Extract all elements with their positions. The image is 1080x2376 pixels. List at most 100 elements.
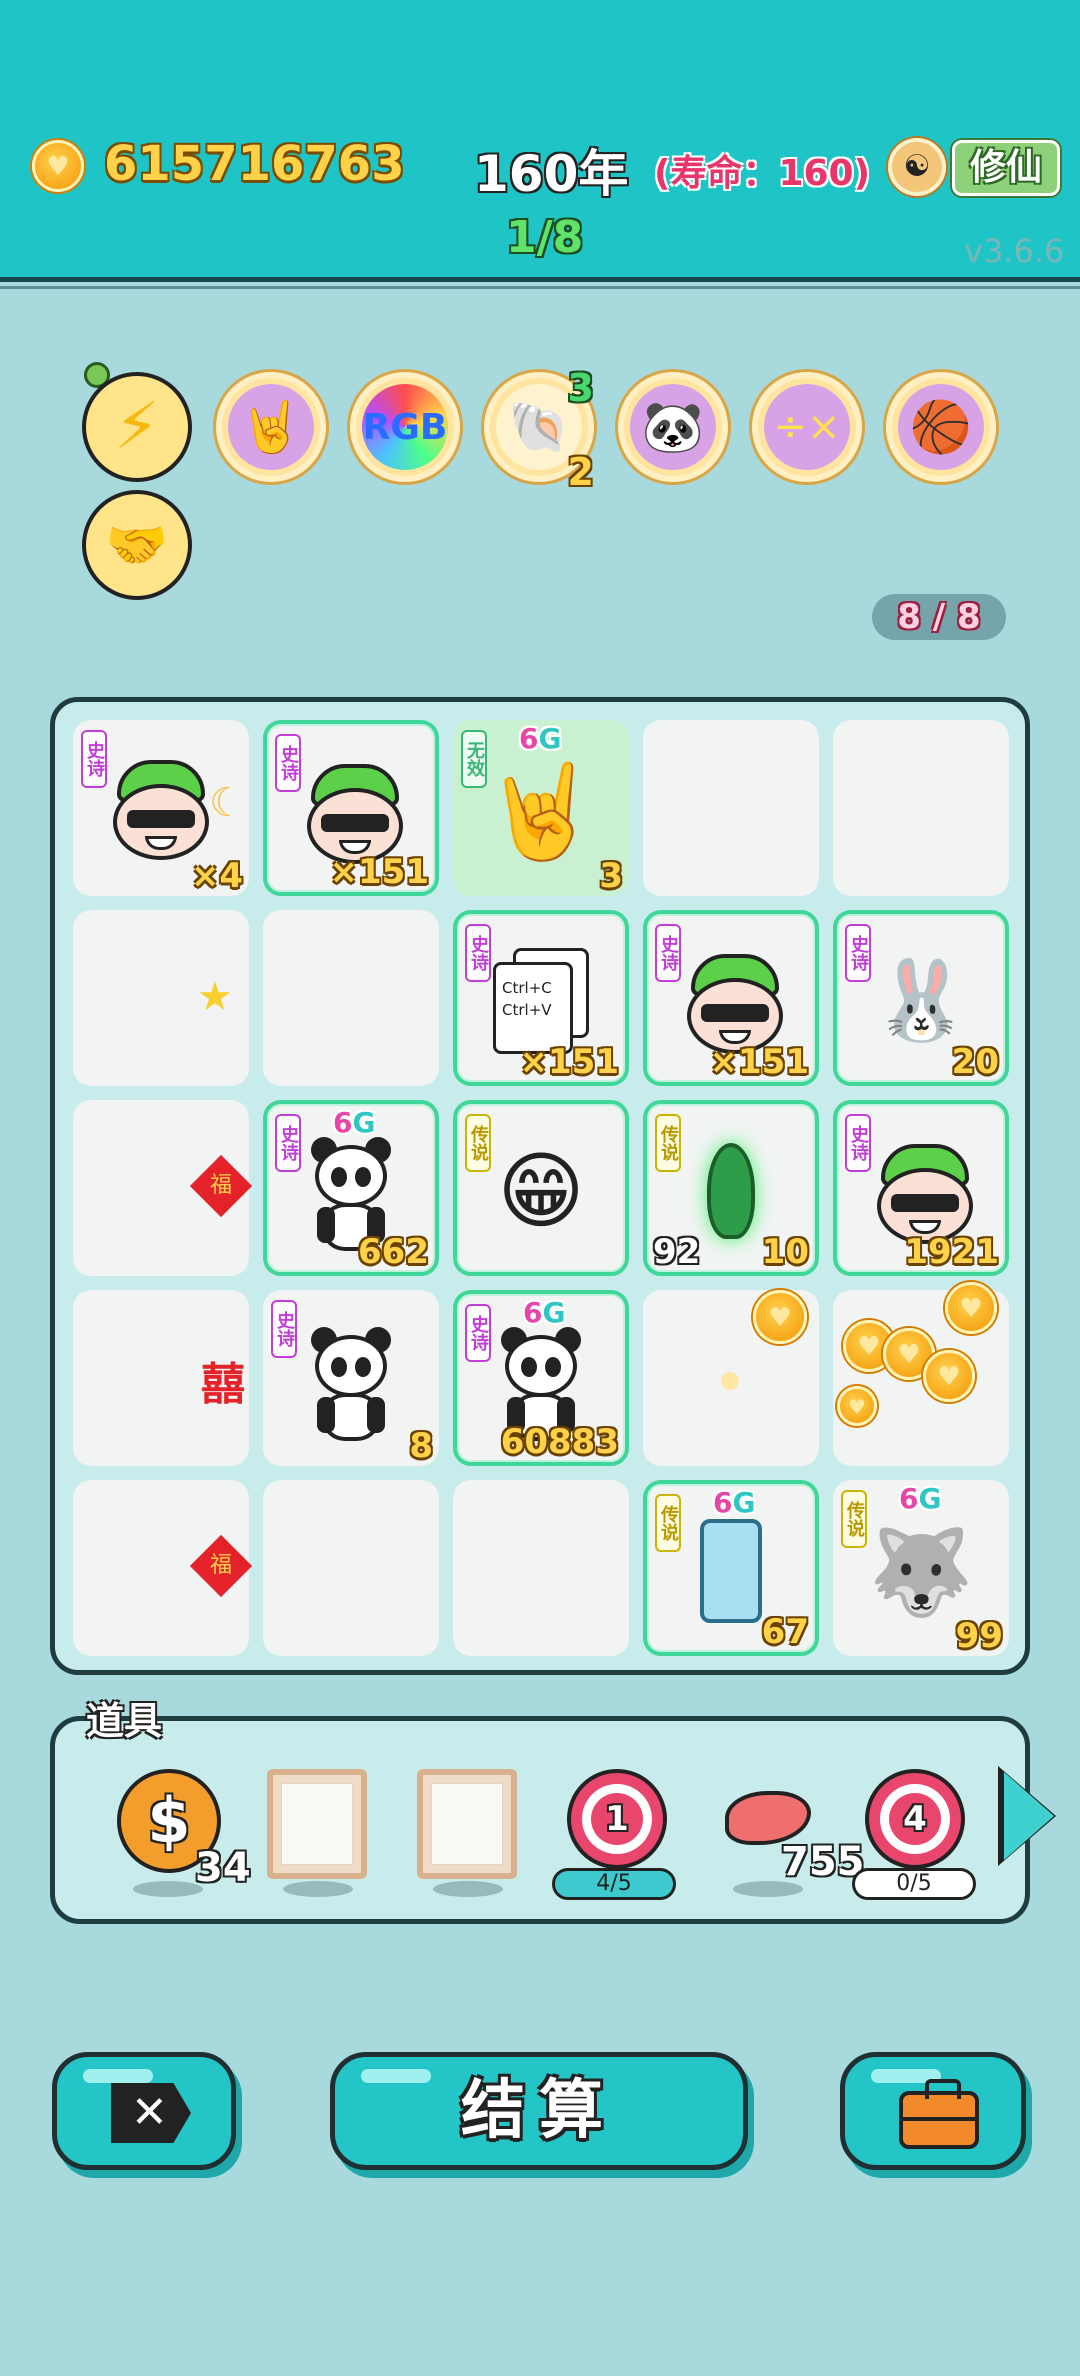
empty-cell[interactable]: [263, 1480, 439, 1656]
items-title: 道具: [86, 1699, 163, 1743]
board-cell[interactable]: 传说 92 10: [643, 1100, 819, 1276]
shell-relic[interactable]: 🐚 3 2: [484, 366, 594, 494]
fridge-icon: [700, 1519, 762, 1624]
panda-icon: [309, 1325, 393, 1445]
rarity-tag: 史诗: [81, 730, 107, 788]
generation-tag: 6G: [519, 722, 562, 755]
lightning-relic[interactable]: ⚡: [82, 372, 192, 482]
rarity-tag: 传说: [655, 1494, 681, 1552]
double-happiness-icon: 囍: [201, 1359, 245, 1410]
board-cell[interactable]: 传说 😁: [453, 1100, 629, 1276]
board-cell[interactable]: ★: [73, 910, 249, 1086]
slot-capacity-badge: 8 / 8: [872, 594, 1006, 640]
board-cell[interactable]: 史诗 ☾ ×4: [73, 720, 249, 896]
board-cell[interactable]: 囍: [73, 1290, 249, 1466]
cell-count: ×4: [190, 856, 243, 896]
target-item[interactable]: 4: [865, 1769, 965, 1869]
cell-count: 67: [761, 1612, 809, 1652]
avatar-icon[interactable]: ☯: [888, 138, 946, 196]
cell-count: 3: [599, 856, 623, 896]
rarity-tag: 史诗: [275, 734, 301, 792]
board-cell[interactable]: 史诗 🐰 20: [833, 910, 1009, 1086]
rarity-tag: 史诗: [845, 1114, 871, 1172]
lightning-icon: ⚡: [92, 382, 182, 472]
cultivate-button[interactable]: 修仙: [952, 140, 1060, 196]
empty-frame-item[interactable]: [417, 1769, 517, 1897]
settle-label: 结算: [461, 2074, 617, 2148]
board-cell[interactable]: 福: [73, 1100, 253, 1276]
gold-counter: 615716763: [104, 136, 405, 192]
panda-relic[interactable]: 🐼: [618, 372, 728, 482]
empty-cell[interactable]: [643, 720, 819, 896]
math-face-relic[interactable]: ÷×: [752, 372, 862, 482]
board-cell[interactable]: 传说 6G 🐺 99: [833, 1480, 1009, 1656]
board-cell[interactable]: 福: [73, 1480, 253, 1656]
board-cell[interactable]: 史诗 Ctrl+C Ctrl+V ×151: [453, 910, 629, 1086]
copy-paste-icon: Ctrl+C Ctrl+V: [493, 962, 573, 1054]
top-bar: ♥ 615716763 160年 (寿命：160) 1/8 ☯ 修仙 v3.6.…: [0, 0, 1080, 289]
bag-button[interactable]: [840, 2052, 1026, 2170]
fu-charm-icon: 福: [189, 1154, 253, 1218]
empty-cell[interactable]: [833, 720, 1009, 896]
sparkle-icon: [721, 1372, 739, 1390]
rgb-icon: RGB: [362, 384, 448, 470]
meat-icon: [725, 1791, 811, 1845]
rock-hand-relic[interactable]: 🤘: [216, 372, 326, 482]
crowned-husky-icon: 🐺: [868, 1522, 974, 1621]
lifespan-label: (寿命：160): [654, 153, 871, 194]
empty-frame-item[interactable]: [267, 1769, 367, 1897]
basketball-relic[interactable]: 🏀: [886, 372, 996, 482]
board-cell[interactable]: 史诗 8: [263, 1290, 439, 1466]
star-icon: ★: [197, 974, 233, 1020]
rarity-tag: 史诗: [275, 1114, 301, 1172]
target-icon: 4: [865, 1769, 965, 1869]
moon-icon: ☾: [209, 780, 245, 826]
handshake-relic[interactable]: 🤝: [82, 490, 192, 600]
cell-count: 662: [358, 1232, 429, 1272]
close-button[interactable]: ✕: [52, 2052, 236, 2170]
empty-cell[interactable]: [263, 910, 439, 1086]
empty-cell[interactable]: [453, 1480, 629, 1656]
heart-coin-icon: ♥: [923, 1350, 975, 1402]
board-cell[interactable]: 史诗 6G 662: [263, 1100, 439, 1276]
board-cell[interactable]: 无效 6G 🤘 3: [453, 720, 629, 896]
cell-count: 20: [951, 1042, 999, 1082]
round-counter: 1/8: [506, 212, 584, 263]
target-charge: 4/5: [552, 1868, 676, 1900]
bald-grin-icon: 😁: [497, 1142, 585, 1241]
cell-count: 60883: [500, 1422, 619, 1462]
board-cell[interactable]: 传说 6G 67: [643, 1480, 819, 1656]
cell-count: 8: [409, 1426, 433, 1466]
cell-count: 99: [955, 1616, 1003, 1656]
rarity-tag: 传说: [841, 1490, 867, 1548]
target-item[interactable]: 1: [567, 1769, 667, 1869]
board-cell[interactable]: 史诗 1921: [833, 1100, 1009, 1276]
board-cell[interactable]: ♥ ♥ ♥ ♥ ♥: [833, 1282, 1009, 1466]
board-cell[interactable]: 史诗 6G 60883: [453, 1290, 629, 1466]
shell-count-top: 3: [567, 366, 594, 410]
heart-coin-icon: ♥: [32, 140, 84, 192]
handshake-icon: 🤝: [92, 500, 182, 590]
generation-tag: 6G: [899, 1482, 942, 1515]
basketballs-icon: 🏀: [898, 384, 984, 470]
cell-count: ×151: [329, 852, 429, 892]
generation-tag: 6G: [713, 1486, 756, 1519]
version-label: v3.6.6: [964, 232, 1065, 270]
heart-coin-icon: ♥: [945, 1282, 997, 1334]
panda-icon: 🐼: [630, 384, 716, 470]
cell-count: 10: [761, 1232, 809, 1272]
settle-button[interactable]: 结算: [330, 2052, 748, 2170]
board-cell[interactable]: ♥: [643, 1290, 819, 1466]
frame-icon: [417, 1769, 517, 1879]
rabbit-tent-icon: 🐰: [872, 956, 970, 1047]
rarity-tag: 史诗: [845, 924, 871, 982]
rarity-tag: 传说: [655, 1114, 681, 1172]
rock-hand-icon: 🤘: [228, 384, 314, 470]
rgb-relic[interactable]: RGB: [350, 372, 460, 482]
coin-item-count: 34: [195, 1845, 251, 1891]
heart-coin-icon: ♥: [753, 1290, 807, 1344]
next-arrow-fill[interactable]: [1004, 1772, 1054, 1860]
board-cell[interactable]: 史诗 ×151: [643, 910, 819, 1086]
heart-coin-icon: ♥: [837, 1386, 877, 1426]
board-cell[interactable]: 史诗 ×151: [263, 720, 439, 896]
